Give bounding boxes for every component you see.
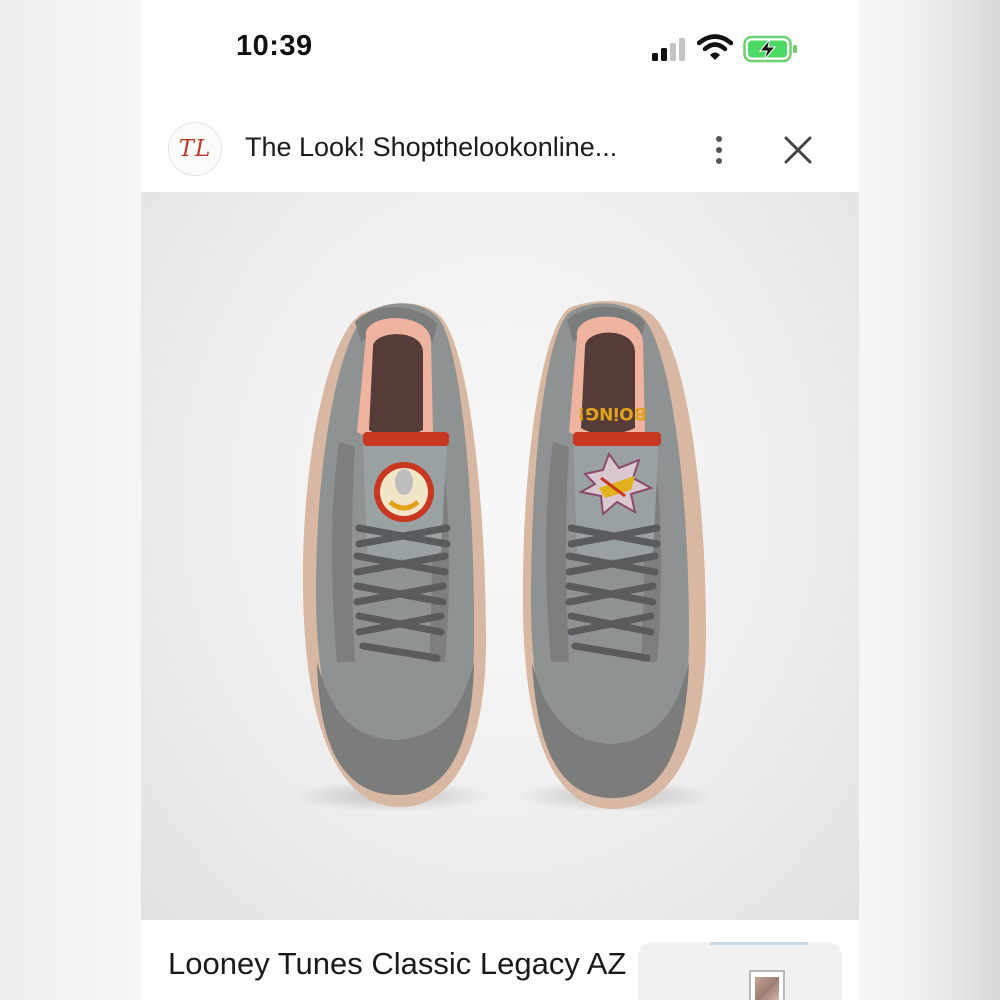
- thumbnail-accent: [710, 942, 808, 945]
- signal-icon: [652, 38, 685, 61]
- related-image-thumbnail[interactable]: [638, 942, 842, 1000]
- product-image[interactable]: BOiNG!: [141, 192, 859, 920]
- more-vertical-icon: [716, 136, 722, 142]
- more-vertical-icon-dot: [716, 147, 722, 153]
- close-icon[interactable]: [781, 133, 815, 167]
- browser-header: TL The Look! Shopthelookonline...: [141, 100, 859, 192]
- right-shoe: BOiNG!: [522, 300, 706, 810]
- more-vertical-icon-dot: [716, 158, 722, 164]
- phone-screen: 10:39 TL The Look! Shopthelookonline...: [141, 0, 859, 1000]
- battery-charging-icon: [743, 35, 797, 63]
- status-time: 10:39: [236, 30, 313, 62]
- status-bar: 10:39: [141, 0, 859, 100]
- left-backdrop: [0, 0, 141, 1000]
- wifi-icon: [697, 34, 733, 60]
- site-title[interactable]: The Look! Shopthelookonline...: [245, 132, 617, 163]
- left-shoe: [302, 303, 486, 808]
- product-info: Looney Tunes Classic Legacy AZ: [141, 920, 859, 1000]
- picture-frame-image: [749, 970, 785, 1000]
- right-backdrop: [859, 0, 1000, 1000]
- sneakers-illustration: BOiNG!: [291, 300, 716, 812]
- site-logo[interactable]: TL: [168, 122, 222, 176]
- product-title[interactable]: Looney Tunes Classic Legacy AZ: [168, 944, 638, 984]
- picture-frame-photo: [755, 977, 779, 1000]
- more-options-button[interactable]: [704, 130, 734, 170]
- tongue-text: BOiNG!: [577, 403, 646, 423]
